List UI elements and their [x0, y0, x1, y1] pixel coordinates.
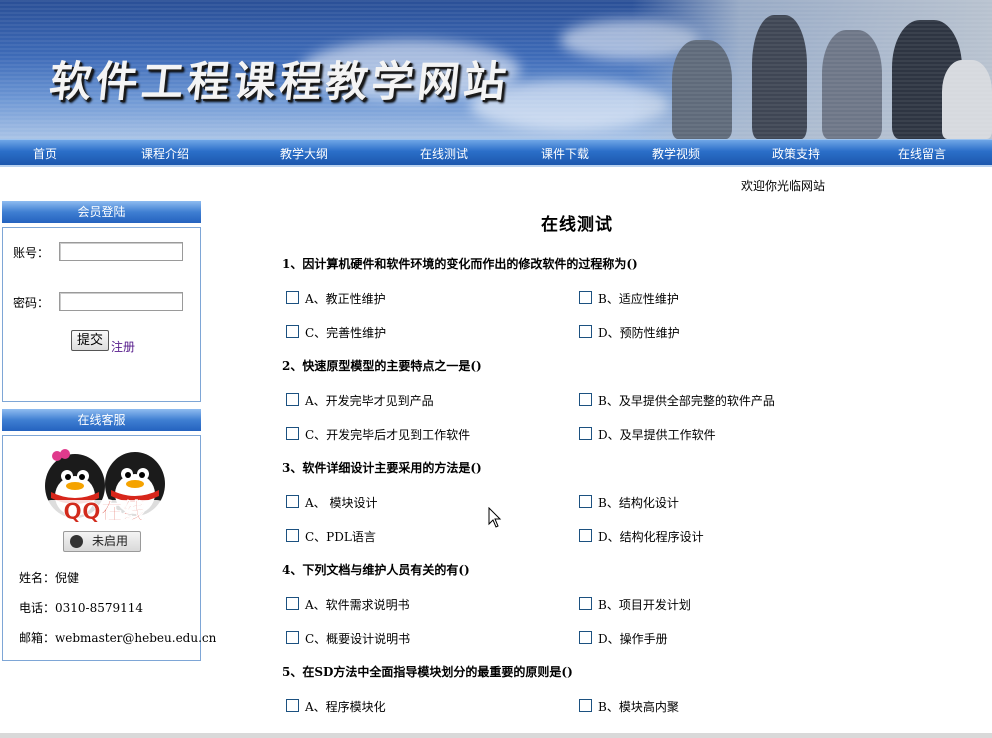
contact-phone: 电话：0310-8579114	[19, 601, 144, 615]
checkbox[interactable]	[579, 699, 592, 712]
q5-option-a[interactable]: A、程序模块化	[286, 698, 386, 715]
q1-option-b[interactable]: B、适应性维护	[579, 290, 679, 307]
page-title: 在线测试	[541, 215, 613, 235]
question-3: 3、软件详细设计主要采用的方法是()	[282, 461, 482, 475]
q4-option-a[interactable]: A、软件需求说明书	[286, 596, 410, 613]
q1-option-a[interactable]: A、教正性维护	[286, 290, 386, 307]
account-input[interactable]	[59, 242, 183, 261]
checkbox[interactable]	[579, 393, 592, 406]
q3-option-c[interactable]: C、PDL语言	[286, 528, 376, 545]
main-nav: 首页 课程介绍 教学大纲 在线测试 课件下载 教学视频 政策支持 在线留言	[0, 139, 992, 167]
checkbox[interactable]	[579, 325, 592, 338]
login-header: 会员登陆	[2, 201, 201, 223]
account-label: 账号：	[13, 246, 50, 260]
checkbox[interactable]	[286, 325, 299, 338]
qq-status-label: 未启用	[92, 534, 129, 548]
nav-item-courseware-download[interactable]: 课件下载	[541, 145, 589, 162]
q2-option-c[interactable]: C、开发完毕后才见到工作软件	[286, 426, 470, 443]
contact-email: 邮箱：webmaster@hebeu.edu.cn	[19, 631, 217, 645]
mouse-cursor-icon	[488, 507, 502, 528]
checkbox[interactable]	[286, 529, 299, 542]
checkbox[interactable]	[579, 291, 592, 304]
nav-item-syllabus[interactable]: 教学大纲	[280, 145, 328, 162]
checkbox[interactable]	[579, 529, 592, 542]
q2-option-a[interactable]: A、开发完毕才见到产品	[286, 392, 434, 409]
nav-item-home[interactable]: 首页	[33, 145, 57, 162]
nav-item-guestbook[interactable]: 在线留言	[898, 145, 946, 162]
checkbox[interactable]	[286, 597, 299, 610]
nav-item-online-test[interactable]: 在线测试	[420, 145, 468, 162]
checkbox[interactable]	[286, 699, 299, 712]
q4-option-c[interactable]: C、概要设计说明书	[286, 630, 410, 647]
question-1: 1、因计算机硬件和软件环境的变化而作出的修改软件的过程称为()	[282, 257, 638, 271]
checkbox[interactable]	[286, 495, 299, 508]
q1-option-c[interactable]: C、完善性维护	[286, 324, 386, 341]
q3-option-a[interactable]: A、 模块设计	[286, 494, 377, 511]
q4-option-d[interactable]: D、操作手册	[579, 630, 668, 647]
checkbox[interactable]	[286, 393, 299, 406]
password-label: 密码：	[13, 296, 50, 310]
checkbox[interactable]	[286, 631, 299, 644]
checkbox[interactable]	[579, 495, 592, 508]
register-link[interactable]: 注册	[111, 338, 135, 355]
site-banner: 软件工程课程教学网站	[0, 0, 992, 139]
q2-option-b[interactable]: B、及早提供全部完整的软件产品	[579, 392, 775, 409]
nav-item-policy-support[interactable]: 政策支持	[772, 145, 820, 162]
checkbox[interactable]	[286, 427, 299, 440]
login-panel: 账号： 密码： 提交 注册	[2, 227, 201, 402]
question-2: 2、快速原型模型的主要特点之一是()	[282, 359, 482, 373]
q3-option-b[interactable]: B、结构化设计	[579, 494, 679, 511]
question-5: 5、在SD方法中全面指导模块划分的最重要的原则是()	[282, 665, 573, 679]
q4-option-b[interactable]: B、项目开发计划	[579, 596, 691, 613]
checkbox[interactable]	[579, 631, 592, 644]
qq-logo-text: QQ在线	[63, 499, 144, 525]
q3-option-d[interactable]: D、结构化程序设计	[579, 528, 704, 545]
submit-button[interactable]: 提交	[71, 330, 109, 351]
password-input[interactable]	[59, 292, 183, 311]
qq-penguin-icon	[70, 535, 83, 548]
service-header: 在线客服	[2, 409, 201, 431]
qq-online-logo: QQ在线	[41, 449, 167, 525]
checkbox[interactable]	[579, 597, 592, 610]
contact-name: 姓名：倪健	[19, 571, 80, 585]
window-bottom-edge	[0, 733, 992, 738]
question-4: 4、下列文档与维护人员有关的有()	[282, 563, 470, 577]
qq-status-button[interactable]: 未启用	[63, 531, 141, 552]
q2-option-d[interactable]: D、及早提供工作软件	[579, 426, 716, 443]
checkbox[interactable]	[579, 427, 592, 440]
nav-item-teaching-video[interactable]: 教学视频	[652, 145, 700, 162]
checkbox[interactable]	[286, 291, 299, 304]
welcome-text: 欢迎你光临网站	[741, 179, 826, 193]
service-panel: QQ在线 未启用 姓名：倪健 电话：0310-8579114 邮箱：webmas…	[2, 435, 216, 661]
q1-option-d[interactable]: D、预防性维护	[579, 324, 680, 341]
site-title: 软件工程课程教学网站	[47, 57, 513, 106]
nav-item-course-intro[interactable]: 课程介绍	[141, 145, 189, 162]
q5-option-b[interactable]: B、模块高内聚	[579, 698, 679, 715]
